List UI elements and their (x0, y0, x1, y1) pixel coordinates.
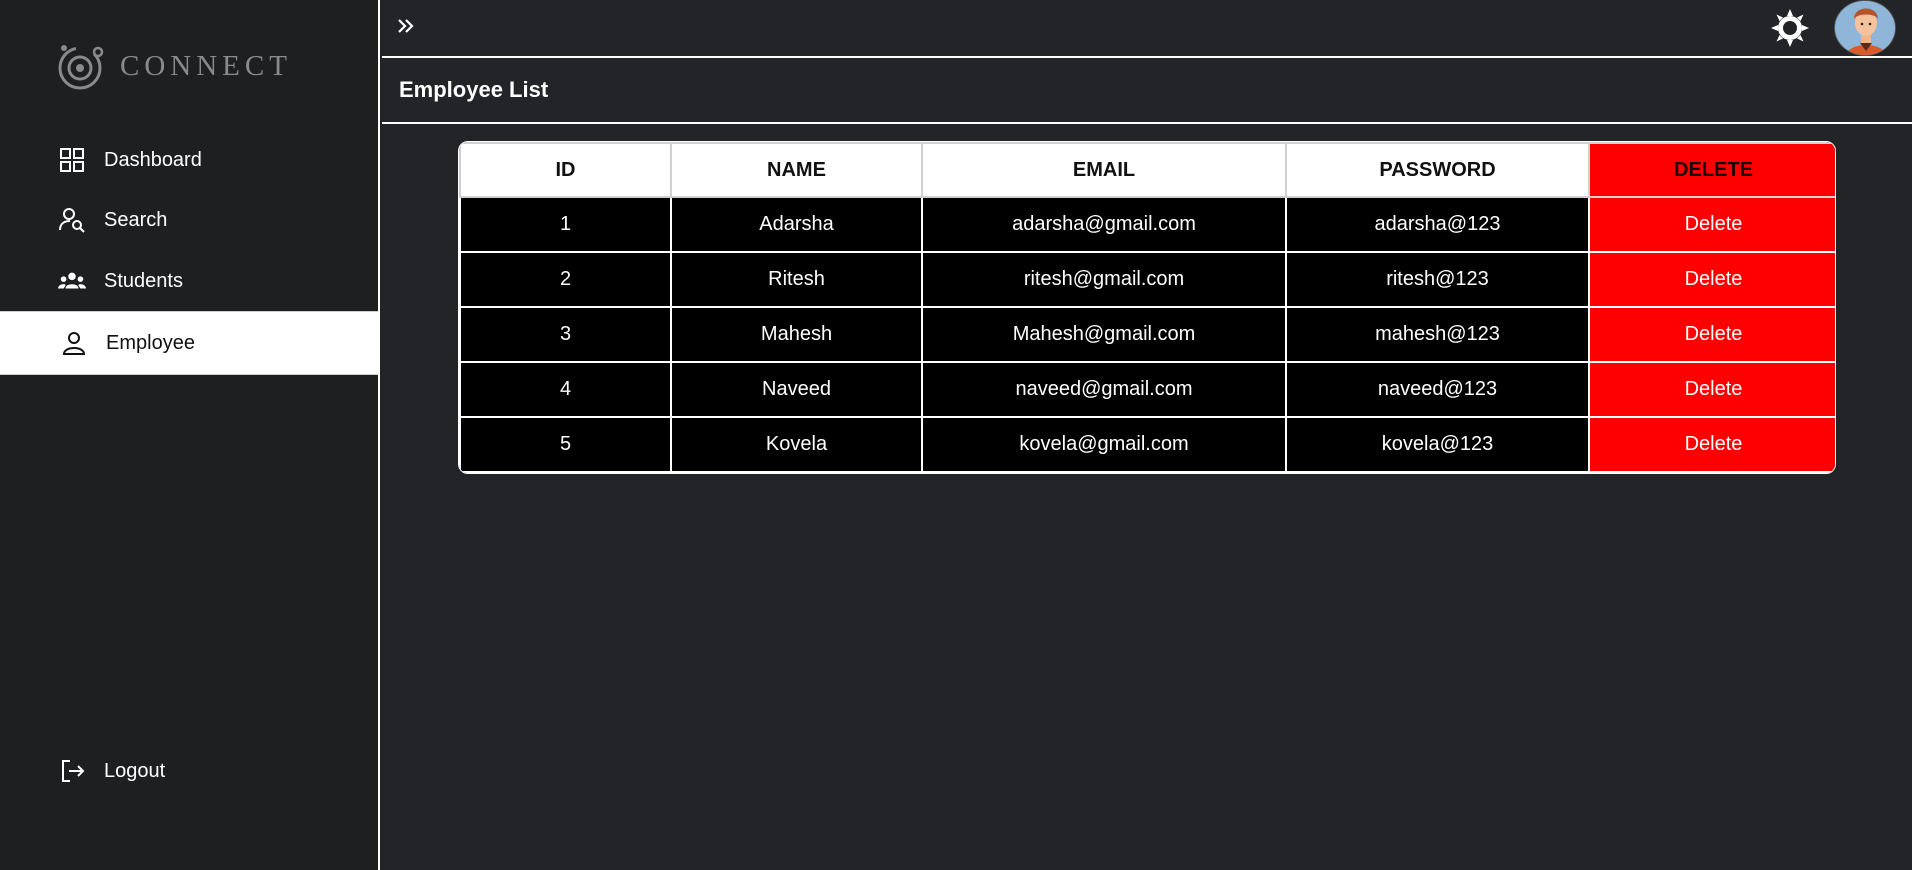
column-header-id: ID (459, 142, 672, 198)
page-title: Employee List (399, 77, 549, 102)
cell-email: kovela@gmail.com (921, 416, 1287, 473)
cell-name: Kovela (670, 416, 923, 473)
cell-name: Naveed (670, 361, 923, 418)
sidebar-item-label: Search (104, 208, 168, 231)
sidebar-item-dashboard[interactable]: Dashboard (0, 129, 378, 191)
logo-text: CONNECT (120, 49, 292, 82)
sidebar-item-employee[interactable]: Employee (0, 311, 378, 375)
delete-button[interactable]: Delete (1588, 196, 1835, 253)
logout-icon (58, 757, 86, 785)
sidebar-item-label: Employee (106, 331, 195, 354)
table-row: 1 Adarsha adarsha@gmail.com adarsha@123 … (459, 196, 1835, 253)
cell-password: kovela@123 (1285, 416, 1590, 473)
employee-table: ID NAME EMAIL PASSWORD DELETE 1 Adarsha … (458, 141, 1836, 474)
delete-button[interactable]: Delete (1588, 251, 1835, 308)
sun-icon (1771, 9, 1809, 47)
sidebar-item-students[interactable]: Students (0, 250, 378, 312)
table-row: 4 Naveed naveed@gmail.com naveed@123 Del… (459, 361, 1835, 418)
app-root: CONNECT Dashboard Search Students Employ… (0, 0, 1912, 870)
cell-email: adarsha@gmail.com (921, 196, 1287, 253)
delete-button[interactable]: Delete (1588, 306, 1835, 363)
column-header-name: NAME (670, 142, 923, 198)
cell-id: 1 (459, 196, 672, 253)
sidebar: CONNECT Dashboard Search Students Employ… (0, 0, 380, 870)
double-chevron-right-icon (398, 19, 414, 33)
logo-icon (58, 45, 104, 90)
cell-name: Mahesh (670, 306, 923, 363)
table-row: 2 Ritesh ritesh@gmail.com ritesh@123 Del… (459, 251, 1835, 308)
cell-id: 2 (459, 251, 672, 308)
column-header-email: EMAIL (921, 142, 1287, 198)
table-row: 5 Kovela kovela@gmail.com kovela@123 Del… (459, 416, 1835, 473)
cell-id: 5 (459, 416, 672, 473)
cell-password: mahesh@123 (1285, 306, 1590, 363)
topbar (382, 0, 1912, 58)
cell-email: ritesh@gmail.com (921, 251, 1287, 308)
logout-button[interactable]: Logout (0, 740, 378, 802)
cell-name: Ritesh (670, 251, 923, 308)
cell-name: Adarsha (670, 196, 923, 253)
cell-email: naveed@gmail.com (921, 361, 1287, 418)
avatar[interactable] (1834, 0, 1896, 56)
sidebar-item-label: Dashboard (104, 148, 202, 171)
delete-button[interactable]: Delete (1588, 361, 1835, 418)
users-icon (58, 267, 86, 295)
table-row: 3 Mahesh Mahesh@gmail.com mahesh@123 Del… (459, 306, 1835, 363)
delete-button[interactable]: Delete (1588, 416, 1835, 473)
expand-sidebar-button[interactable] (392, 12, 420, 40)
cell-email: Mahesh@gmail.com (921, 306, 1287, 363)
logo: CONNECT (54, 38, 292, 94)
cell-password: naveed@123 (1285, 361, 1590, 418)
cell-id: 3 (459, 306, 672, 363)
logout-label: Logout (104, 759, 166, 782)
column-header-password: PASSWORD (1285, 142, 1590, 198)
table-header-row: ID NAME EMAIL PASSWORD DELETE (459, 142, 1835, 198)
page-header: Employee List (382, 58, 1912, 124)
column-header-delete: DELETE (1588, 142, 1835, 198)
user-icon (60, 329, 88, 357)
cell-password: ritesh@123 (1285, 251, 1590, 308)
sidebar-item-label: Students (104, 269, 183, 292)
theme-toggle-button[interactable] (1770, 8, 1810, 48)
sidebar-item-search[interactable]: Search (0, 189, 378, 251)
grid-icon (58, 146, 86, 174)
user-search-icon (58, 206, 86, 234)
cell-id: 4 (459, 361, 672, 418)
cell-password: adarsha@123 (1285, 196, 1590, 253)
